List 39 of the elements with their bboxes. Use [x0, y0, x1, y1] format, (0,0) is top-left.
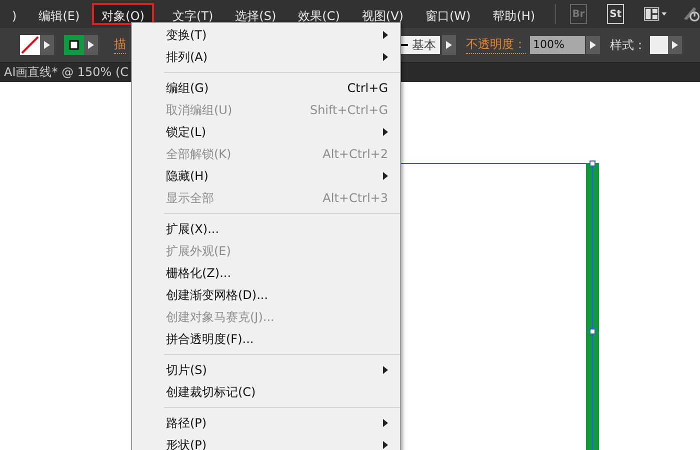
caret-icon — [590, 41, 596, 49]
opacity-label[interactable]: 不透明度： — [466, 36, 526, 54]
stock-app-icon[interactable]: St — [607, 4, 624, 24]
menu-item[interactable]: 路径(P) — [132, 412, 400, 434]
opacity-arrow-button[interactable] — [586, 36, 600, 54]
caret-icon — [672, 41, 678, 49]
style-swatch[interactable] — [650, 36, 668, 54]
style-label: 样式： — [610, 36, 646, 54]
menu-item[interactable]: 锁定(L) — [132, 121, 400, 143]
menu-bar-item[interactable]: ) — [2, 3, 27, 25]
layout-icon[interactable] — [644, 6, 668, 22]
stroke-label[interactable]: 描 — [114, 36, 126, 54]
menu-item[interactable]: 创建裁切标记(C) — [132, 381, 400, 403]
menu-bar-item[interactable]: 窗口(W) — [415, 3, 481, 25]
menu-bar-item[interactable]: 帮助(H) — [482, 3, 546, 25]
stroke-dropdown-button[interactable] — [40, 35, 54, 55]
menu-bar-item[interactable]: 编辑(E) — [28, 3, 90, 25]
menu-item[interactable]: 切片(S) — [132, 359, 400, 381]
menu-bar-item[interactable]: 效果(C) — [288, 3, 350, 25]
menu-bar-item[interactable]: 视图(V) — [352, 3, 414, 25]
menu-bar-item[interactable]: 选择(S) — [225, 3, 286, 25]
menu-item[interactable]: 编组(G) Ctrl+G — [132, 77, 400, 99]
menu-bar-item[interactable]: 文字(T) — [162, 3, 224, 25]
style-dropdown-button[interactable] — [668, 36, 682, 54]
stroke-none-swatch[interactable] — [20, 35, 40, 55]
menu-item[interactable]: 拼合透明度(F)... — [132, 328, 400, 350]
menu-item[interactable]: 扩展(X)... — [132, 218, 400, 240]
fill-dropdown-button[interactable] — [84, 35, 98, 55]
opacity-field[interactable]: 100% — [530, 36, 585, 54]
document-tab[interactable]: AI画直线* @ 150% (C — [0, 64, 129, 81]
menu-item[interactable]: 创建渐变网格(D)... — [132, 284, 400, 306]
caret-icon — [88, 41, 94, 49]
fill-swatch[interactable] — [64, 35, 84, 55]
brush-dropdown-button[interactable] — [442, 35, 456, 55]
caret-icon — [44, 41, 50, 49]
menu-item[interactable]: 隐藏(H) — [132, 165, 400, 187]
caret-icon — [446, 41, 452, 49]
menu-item[interactable]: 栅格化(Z)... — [132, 262, 400, 284]
menu-bar-item[interactable]: 对象(O) — [92, 3, 154, 25]
